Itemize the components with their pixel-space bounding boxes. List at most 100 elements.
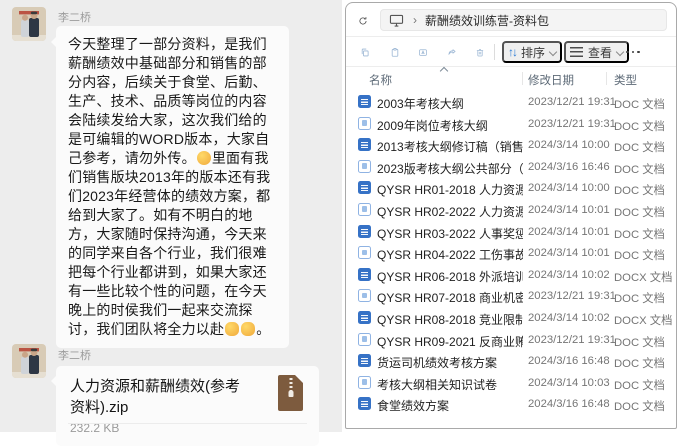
avatar[interactable]	[12, 7, 46, 41]
file-type: DOCX 文档	[614, 271, 673, 284]
share-icon[interactable]	[441, 41, 463, 63]
breadcrumb-chevron: ›	[413, 13, 417, 27]
word-document-icon	[358, 332, 371, 346]
file-type: DOC 文档	[614, 142, 665, 155]
paste-icon[interactable]	[384, 41, 406, 63]
file-row[interactable]: QYSR HR07-2018 商业机密管理规范 2023/12/21 19:31…	[346, 285, 676, 307]
word-document-icon	[358, 116, 371, 130]
file-row[interactable]: QYSR HR02-2022 人力资源管理规范 2024/3/14 10:01 …	[346, 199, 676, 221]
avatar-photo	[12, 344, 46, 378]
sender-name: 李二桥	[58, 350, 91, 362]
view-button[interactable]: 查看	[564, 41, 630, 63]
file-name: 2013考核大纲修订稿（销售篇）	[377, 140, 523, 155]
column-separator[interactable]	[606, 72, 607, 85]
address-box[interactable]: › 薪酬绩效训练营-资料包	[380, 9, 667, 31]
toolbar-separator	[494, 44, 495, 60]
file-date-modified: 2024/3/14 10:01	[528, 203, 610, 216]
sort-arrows-icon: ↑↓	[508, 45, 518, 59]
word-document-icon	[358, 138, 371, 152]
file-type: DOC 文档	[614, 99, 665, 111]
file-date-modified: 2024/3/16 16:48	[528, 398, 610, 411]
word-document-icon	[358, 289, 371, 303]
column-header-type[interactable]: 类型	[614, 72, 637, 88]
file-type: DOC 文档	[614, 401, 665, 414]
divider	[346, 36, 676, 37]
file-date-modified: 2024/3/16 16:46	[528, 160, 610, 173]
fist-emoji	[225, 322, 240, 336]
file-row[interactable]: 考核大纲相关知识试卷 2024/3/14 10:03 DOC 文档	[346, 372, 676, 394]
copy-icon[interactable]	[354, 41, 376, 63]
refresh-icon[interactable]	[352, 10, 374, 32]
file-date-modified: 2024/3/16 16:48	[528, 355, 610, 368]
file-message-card[interactable]: 人力资源和薪酬绩效(参考资料).zip 232.2 KB	[51, 366, 319, 446]
file-row[interactable]: QYSR HR09-2021 反商业贿赂管理细则 2023/12/21 19:3…	[346, 329, 676, 351]
file-row[interactable]: QYSR HR04-2022 工伤事故管理细则- ok 2024/3/14 10…	[346, 242, 676, 264]
file-name: QYSR HR02-2022 人力资源管理规范	[377, 204, 523, 219]
file-row[interactable]: QYSR HR03-2022 人事奖惩管理细则-ok 2024/3/14 10:…	[346, 221, 676, 243]
folded-hands-emoji	[196, 151, 211, 165]
file-row[interactable]: QYSR HR01-2018 人力资源标准 2024/3/14 10:00 DO…	[346, 177, 676, 199]
file-row[interactable]: 2009年岗位考核大纲 2023/12/21 19:31 DOC 文档	[346, 113, 676, 135]
word-document-icon	[358, 95, 371, 108]
file-name: QYSR HR04-2022 工伤事故管理细则- ok	[377, 248, 523, 263]
word-document-icon	[358, 181, 371, 195]
desktop-icon	[389, 14, 404, 27]
more-icon[interactable]	[622, 41, 644, 63]
file-type: DOCX 文档	[614, 314, 673, 327]
file-row[interactable]: 货运司机绩效考核方案 2024/3/16 16:48 DOC 文档	[346, 350, 676, 372]
column-header-row: 名称 修改日期 类型	[346, 66, 676, 88]
zip-icon	[278, 375, 303, 411]
divider	[346, 66, 676, 67]
file-type: DOC 文档	[614, 206, 665, 219]
file-name: QYSR HR01-2018 人力资源标准	[377, 183, 523, 198]
file-type: DOC 文档	[614, 163, 665, 176]
avatar-photo	[12, 7, 46, 41]
file-name: 2009年岗位考核大纲	[377, 118, 488, 133]
file-list: 2003年考核大纲 2023/12/21 19:31 DOC 文档 2009年岗…	[346, 91, 676, 415]
message-text: 今天整理了一部分资料，是我们薪酬绩效中基础部分和销售的部分内容，后续关于食堂、后…	[68, 36, 270, 166]
rename-icon[interactable]	[412, 41, 434, 63]
column-separator[interactable]	[522, 72, 523, 85]
file-date-modified: 2023/12/21 19:31	[528, 290, 616, 303]
word-document-icon	[358, 397, 371, 411]
file-date-modified: 2024/3/14 10:01	[528, 247, 610, 260]
file-row[interactable]: QYSR HR08-2018 竞业限制协议 2024/3/14 10:02 DO…	[346, 307, 676, 329]
toolbar: ↑↓ 排序 查看	[346, 39, 676, 65]
file-name: 食堂绩效方案	[377, 399, 450, 414]
delete-icon[interactable]	[469, 41, 491, 63]
file-row[interactable]: QYSR HR06-2018 外派培训管理细则 -ok 2024/3/14 10…	[346, 264, 676, 286]
file-name: 货运司机绩效考核方案	[377, 356, 498, 371]
chevron-down-icon	[548, 47, 558, 57]
view-lines-icon	[570, 47, 583, 57]
address-bar: › 薪酬绩效训练营-资料包	[346, 9, 676, 33]
column-header-date[interactable]: 修改日期	[528, 72, 574, 88]
file-date-modified: 2024/3/14 10:02	[528, 311, 610, 324]
word-document-icon	[358, 354, 371, 368]
file-name: 考核大纲相关知识试卷	[377, 377, 498, 392]
chat-panel: 李二桥 今天整理了一部分资料，是我们薪酬绩效中基础部分和销售的部分内容，后续关于…	[0, 0, 342, 446]
column-header-name[interactable]: 名称	[369, 72, 392, 88]
message-text: 。	[256, 321, 271, 337]
file-row[interactable]: 2013考核大纲修订稿（销售篇） 2024/3/14 10:00 DOC 文档	[346, 134, 676, 156]
view-label: 查看	[588, 45, 613, 60]
file-name: QYSR HR07-2018 商业机密管理规范	[377, 291, 523, 306]
sort-button[interactable]: ↑↓ 排序	[502, 41, 563, 63]
file-row[interactable]: 2003年考核大纲 2023/12/21 19:31 DOC 文档	[346, 91, 676, 113]
file-explorer-window: › 薪酬绩效训练营-资料包 ↑↓ 排序 查看 名称 修改日期 类型 2003年考…	[345, 2, 677, 429]
file-date-modified: 2024/3/14 10:02	[528, 268, 610, 281]
file-type: DOC 文档	[614, 293, 665, 306]
file-date-modified: 2023/12/21 19:31	[528, 117, 616, 130]
file-row[interactable]: 2023版考核大纲公共部分（三项基础考... 2024/3/16 16:46 D…	[346, 156, 676, 178]
file-row[interactable]: 食堂绩效方案 2024/3/16 16:48 DOC 文档	[346, 393, 676, 415]
word-document-icon	[358, 159, 371, 173]
card-divider	[68, 423, 307, 424]
file-date-modified: 2024/3/14 10:00	[528, 139, 610, 152]
sort-label: 排序	[521, 45, 546, 60]
file-type: DOC 文档	[614, 379, 665, 392]
breadcrumb[interactable]: 薪酬绩效训练营-资料包	[425, 12, 549, 29]
chat-message-bubble: 今天整理了一部分资料，是我们薪酬绩效中基础部分和销售的部分内容，后续关于食堂、后…	[51, 26, 289, 348]
word-document-icon	[358, 224, 371, 238]
avatar[interactable]	[12, 344, 46, 378]
file-type: DOC 文档	[614, 228, 665, 241]
word-document-icon	[358, 267, 371, 281]
